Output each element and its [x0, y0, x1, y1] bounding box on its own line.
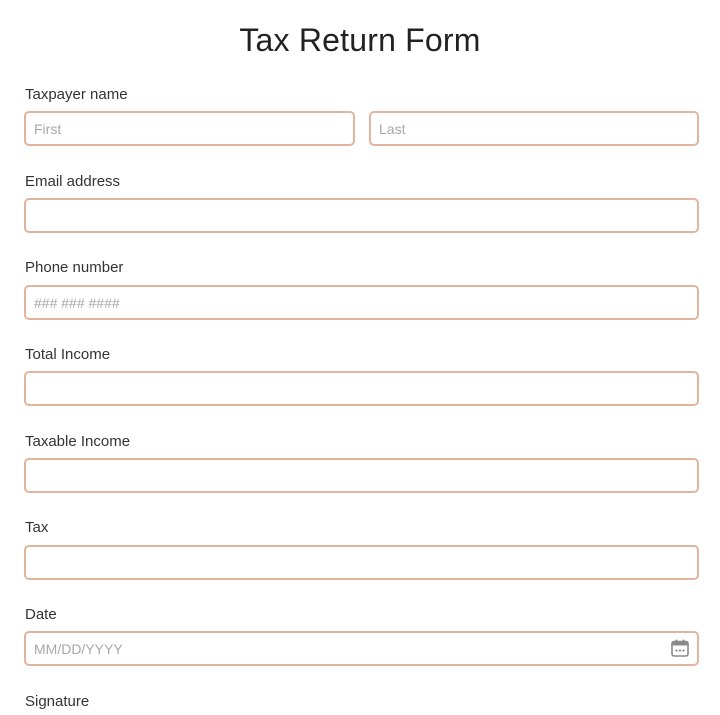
date-field-wrapper: [24, 631, 699, 666]
first-name-input[interactable]: [24, 111, 355, 146]
email-label: Email address: [25, 173, 121, 190]
total-income-input[interactable]: [24, 371, 699, 406]
form-title: Tax Return Form: [239, 22, 481, 58]
last-name-input[interactable]: [369, 111, 699, 146]
taxpayer-name-label: Taxpayer name: [25, 86, 128, 103]
phone-label: Phone number: [25, 259, 124, 276]
signature-label: Signature: [25, 693, 90, 710]
tax-input[interactable]: [24, 545, 699, 580]
email-input[interactable]: [24, 198, 699, 233]
taxable-income-input[interactable]: [24, 458, 699, 493]
date-label: Date: [25, 606, 57, 623]
total-income-label: Total Income: [25, 346, 111, 363]
taxable-income-label: Taxable Income: [25, 433, 131, 450]
date-input[interactable]: [24, 631, 699, 666]
calendar-icon[interactable]: [670, 638, 690, 658]
tax-label: Tax: [25, 519, 49, 536]
phone-input[interactable]: [24, 285, 699, 320]
